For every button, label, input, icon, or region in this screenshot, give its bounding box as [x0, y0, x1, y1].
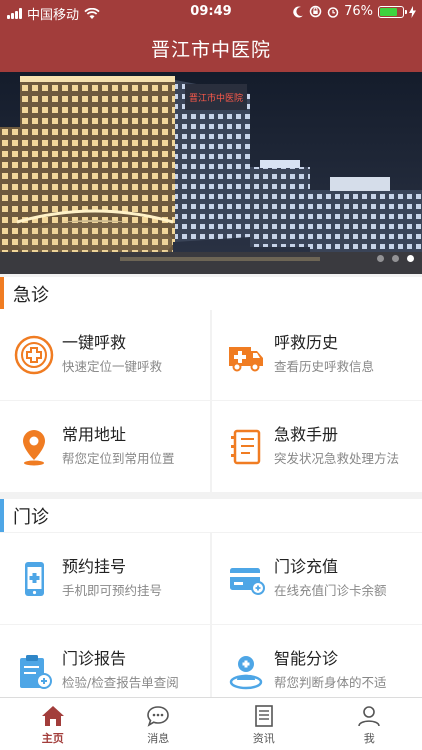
user-icon: [358, 706, 381, 727]
card-subtitle: 帮您判断身体的不适: [274, 675, 387, 690]
banner-sign-text: 晋江市中医院: [189, 92, 243, 104]
rotation-lock-icon: [309, 5, 322, 18]
card-title: 呼救历史: [274, 333, 339, 352]
location-pin-icon: [23, 430, 45, 466]
app-screen: 中国移动 09:49 76% 晋江市中医院 晋江市中医院 急诊 一键呼救 快速定…: [0, 0, 422, 750]
tab-me[interactable]: 我: [317, 698, 422, 750]
card-title: 预约挂号: [62, 557, 127, 576]
hospital-photo: 晋江市中医院: [0, 72, 422, 274]
alarm-icon: [327, 6, 339, 18]
card-title: 常用地址: [62, 425, 127, 444]
card-subtitle: 查看历史呼救信息: [274, 359, 375, 374]
manual-icon: [231, 429, 261, 465]
header: 中国移动 09:49 76% 晋江市中医院: [0, 0, 422, 72]
status-bar: 中国移动 09:49 76%: [0, 0, 422, 24]
clipboard-icon: [20, 655, 52, 689]
tab-messages[interactable]: 消息: [106, 698, 212, 750]
card-title: 门诊充值: [274, 557, 339, 576]
hospital-banner[interactable]: 晋江市中医院: [0, 72, 422, 274]
outpatient-topup-card[interactable]: 门诊充值 在线充值门诊卡余额: [212, 533, 422, 624]
carousel-indicator[interactable]: [377, 255, 414, 262]
tab-home-label: 主页: [41, 732, 64, 745]
card-subtitle: 检验/检查报告单查阅: [62, 675, 179, 690]
message-icon: [147, 706, 170, 727]
emergency-call-card[interactable]: 一键呼救 快速定位一键呼救: [0, 309, 210, 400]
card-icon: [230, 568, 265, 595]
page-title: 晋江市中医院: [150, 39, 271, 61]
frequent-address-card[interactable]: 常用地址 帮您定位到常用位置: [0, 401, 210, 492]
appointment-card[interactable]: 预约挂号 手机即可预约挂号: [0, 533, 210, 624]
battery-icon: [378, 5, 407, 18]
card-title: 一键呼救: [62, 333, 127, 352]
first-aid-manual-card[interactable]: 急救手册 突发状况急救处理方法: [212, 401, 422, 492]
card-subtitle: 在线充值门诊卡余额: [274, 583, 387, 598]
triage-icon: [229, 656, 263, 690]
tab-news-label: 资讯: [252, 732, 275, 745]
tab-bar: 主页 消息 资讯 我: [0, 697, 422, 750]
charging-icon: [409, 5, 416, 18]
card-subtitle: 快速定位一键呼救: [62, 359, 163, 374]
card-subtitle: 突发状况急救处理方法: [274, 451, 400, 466]
moon-icon: [293, 6, 304, 18]
tab-home[interactable]: 主页: [0, 698, 106, 750]
call-history-card[interactable]: 呼救历史 查看历史呼救信息: [212, 309, 422, 400]
tab-messages-label: 消息: [147, 732, 170, 745]
phone-plus-icon: [25, 562, 44, 596]
section-outpatient-title: 门诊: [13, 506, 49, 528]
section-emergency-title: 急诊: [13, 284, 49, 306]
card-title: 门诊报告: [62, 649, 127, 668]
home-icon: [41, 706, 64, 726]
card-subtitle: 手机即可预约挂号: [62, 583, 163, 598]
section-emergency: 急诊: [0, 277, 422, 310]
plus-circle-icon: [14, 335, 54, 375]
tab-news[interactable]: 资讯: [211, 698, 317, 750]
news-icon: [254, 705, 273, 727]
card-title: 智能分诊: [274, 649, 339, 668]
section-outpatient: 门诊: [0, 499, 422, 532]
tab-me-label: 我: [363, 732, 375, 745]
ambulance-icon: [229, 347, 263, 372]
card-subtitle: 帮您定位到常用位置: [62, 451, 175, 466]
card-title: 急救手册: [274, 425, 339, 444]
battery-percent: 76%: [344, 4, 373, 19]
